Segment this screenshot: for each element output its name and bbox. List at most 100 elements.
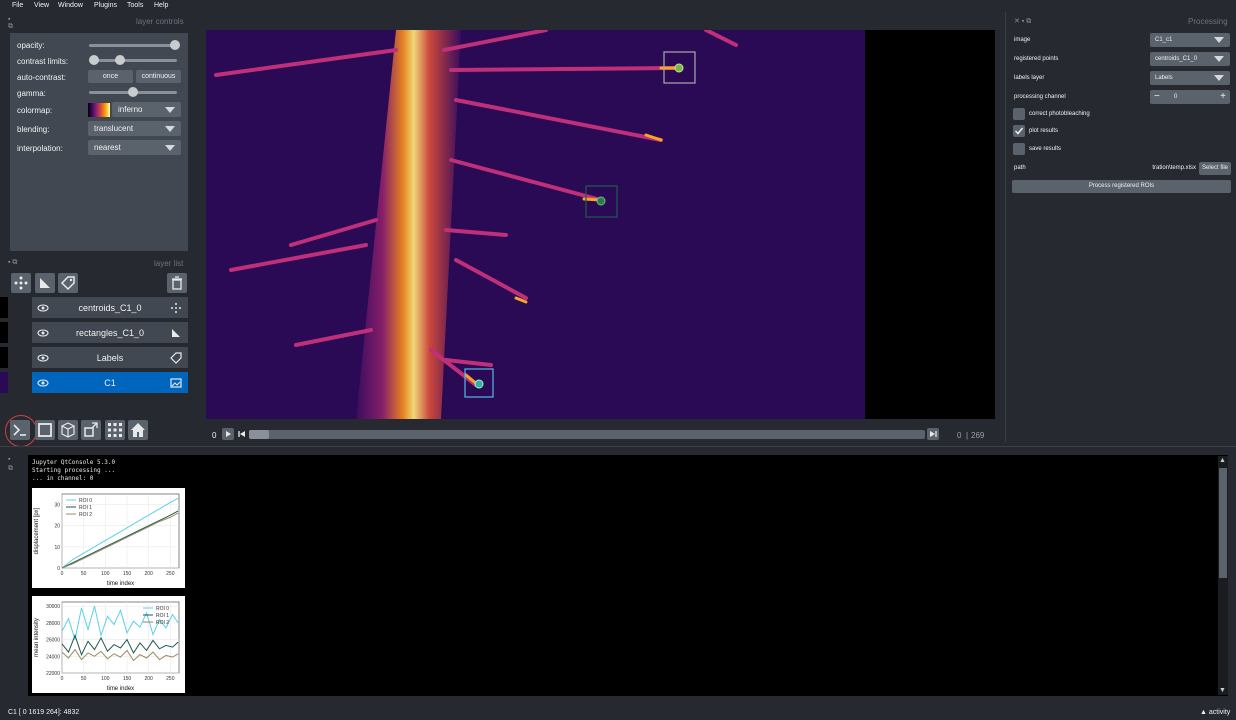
photobleaching-checkbox[interactable] <box>1013 108 1025 120</box>
roll-dims-button[interactable] <box>58 420 78 440</box>
shapes-icon <box>172 329 180 337</box>
processing-dock-icons[interactable]: ✕ ▪ ⧉ <box>1014 17 1031 26</box>
contrast-max-handle[interactable] <box>115 55 125 65</box>
ndisplay-toggle-button[interactable] <box>35 420 55 440</box>
activity-button[interactable]: ▲ activity <box>1200 709 1230 716</box>
x-tick-label: 200 <box>144 571 153 577</box>
frame-total: 269 <box>971 431 985 440</box>
x-tick-label: 100 <box>101 571 110 577</box>
colormap-select[interactable]: inferno <box>112 102 181 117</box>
auto-contrast-label: auto-contrast: <box>17 73 66 82</box>
layer-name: Labels <box>96 353 124 363</box>
new-shapes-layer-button[interactable] <box>35 273 55 293</box>
opacity-slider[interactable] <box>89 44 177 47</box>
layer-list-title: layer list <box>154 259 184 268</box>
photobleaching-label: correct photobleaching <box>1029 111 1090 117</box>
scroll-down-icon[interactable]: ▼ <box>1219 687 1226 694</box>
play-icon <box>226 431 231 437</box>
chevron-down-icon <box>165 145 175 151</box>
y-tick-label: 22000 <box>46 671 60 677</box>
reset-view-button[interactable] <box>128 420 148 440</box>
interpolation-label: interpolation: <box>17 144 63 153</box>
layer-row[interactable]: Labels <box>32 347 188 368</box>
auto-contrast-once-button[interactable]: once <box>88 70 133 83</box>
step-forward-button[interactable] <box>927 428 939 440</box>
layer-row[interactable]: centroids_C1_0 <box>32 297 188 318</box>
frame-slider[interactable] <box>249 430 925 439</box>
menu-tools[interactable]: Tools <box>127 2 143 9</box>
y-tick-label: 10 <box>54 545 60 551</box>
grid-icon <box>108 423 122 437</box>
frame-axis-label: 0 <box>212 431 217 440</box>
x-tick-label: 50 <box>81 676 87 682</box>
displacement-plot: 0 50 100 150 200 250 0 10 20 30 time index displace… <box>32 488 185 588</box>
transpose-icon <box>84 422 98 437</box>
grid-view-button[interactable] <box>105 420 125 440</box>
path-input[interactable]: tration\temp.xlsx <box>1124 162 1196 175</box>
play-button[interactable] <box>222 428 234 440</box>
processing-channel-label: processing channel <box>1014 94 1066 100</box>
y-tick-label: 28000 <box>46 621 60 627</box>
labels-layer-select[interactable]: Labels <box>1150 71 1230 85</box>
registered-points-value: centroids_C1_0 <box>1155 56 1198 62</box>
x-axis-label: time index <box>107 581 134 587</box>
menu-file[interactable]: File <box>12 2 23 9</box>
chevron-down-icon <box>165 107 175 113</box>
plus-icon[interactable]: + <box>1220 91 1226 102</box>
delete-layer-button[interactable] <box>167 273 187 293</box>
registered-points-select[interactable]: centroids_C1_0 <box>1150 52 1230 66</box>
menu-plugins[interactable]: Plugins <box>94 2 117 9</box>
process-registered-rois-button[interactable]: Process registered ROIs <box>1012 180 1231 193</box>
layer-thumbnail <box>0 297 8 318</box>
layer-row[interactable]: rectangles_C1_0 <box>32 322 188 343</box>
layer-name: rectangles_C1_0 <box>75 328 145 338</box>
blending-select[interactable]: translucent <box>88 121 181 136</box>
step-back-button[interactable] <box>236 428 248 440</box>
dock-close-icon[interactable]: ▪ ⧉ <box>8 16 16 30</box>
viewer-canvas[interactable] <box>206 28 995 419</box>
minus-icon[interactable]: − <box>1154 91 1160 102</box>
image-select[interactable]: C1_c1 <box>1150 33 1230 47</box>
menu-view[interactable]: View <box>34 2 49 9</box>
dock-divider <box>1005 12 1006 442</box>
console-scrollbar-handle[interactable] <box>1219 468 1227 578</box>
auto-contrast-continuous-button[interactable]: continuous <box>136 70 181 83</box>
legend-label: ROI 0 <box>156 606 169 612</box>
plot-results-label: plot results <box>1029 128 1059 134</box>
menu-help[interactable]: Help <box>154 2 168 9</box>
select-file-button[interactable]: Select file <box>1199 162 1231 175</box>
y-tick-label: 26000 <box>46 638 60 644</box>
interpolation-select[interactable]: nearest <box>88 140 181 155</box>
layer-row[interactable]: C1 <box>32 372 188 393</box>
new-labels-layer-button[interactable] <box>58 273 78 293</box>
transpose-dims-button[interactable] <box>81 420 101 440</box>
colormap-label: colormap: <box>17 106 53 115</box>
console-line: ... in channel: 0 <box>32 475 94 482</box>
opacity-slider-handle[interactable] <box>170 40 180 50</box>
y-axis-label: displacement [px] <box>34 507 40 554</box>
new-points-layer-button[interactable] <box>11 273 31 293</box>
legend-label: ROI 1 <box>79 505 92 511</box>
x-tick-label: 0 <box>61 571 64 577</box>
layer-thumbnail <box>0 322 8 343</box>
save-results-label: save results <box>1029 146 1062 152</box>
processing-channel-stepper[interactable]: − 0 + <box>1150 90 1230 104</box>
scroll-up-icon[interactable]: ▲ <box>1219 457 1226 464</box>
gamma-slider-handle[interactable] <box>128 87 138 97</box>
menu-window[interactable]: Window <box>58 2 83 9</box>
console-panel[interactable] <box>28 455 1228 696</box>
intensity-plot: 0 50 100 150 200 250 22000 24000 26000 28000 30000… <box>32 596 185 693</box>
frame-slider-handle[interactable] <box>249 430 269 439</box>
contrast-min-handle[interactable] <box>89 55 99 65</box>
console-scrollbar[interactable]: ▲ ▼ <box>1218 456 1228 695</box>
layer-thumbnail <box>0 347 8 368</box>
contrast-limits-slider[interactable] <box>89 59 177 62</box>
registered-points-label: registered points <box>1014 56 1059 62</box>
legend-label: ROI 2 <box>79 512 92 518</box>
console-toggle-button[interactable] <box>10 420 30 440</box>
plot-results-checkbox[interactable] <box>1013 125 1025 137</box>
image-label: image <box>1014 37 1031 43</box>
legend-label: ROI 0 <box>79 498 92 504</box>
save-results-checkbox[interactable] <box>1013 143 1025 155</box>
points-icon <box>171 303 181 313</box>
